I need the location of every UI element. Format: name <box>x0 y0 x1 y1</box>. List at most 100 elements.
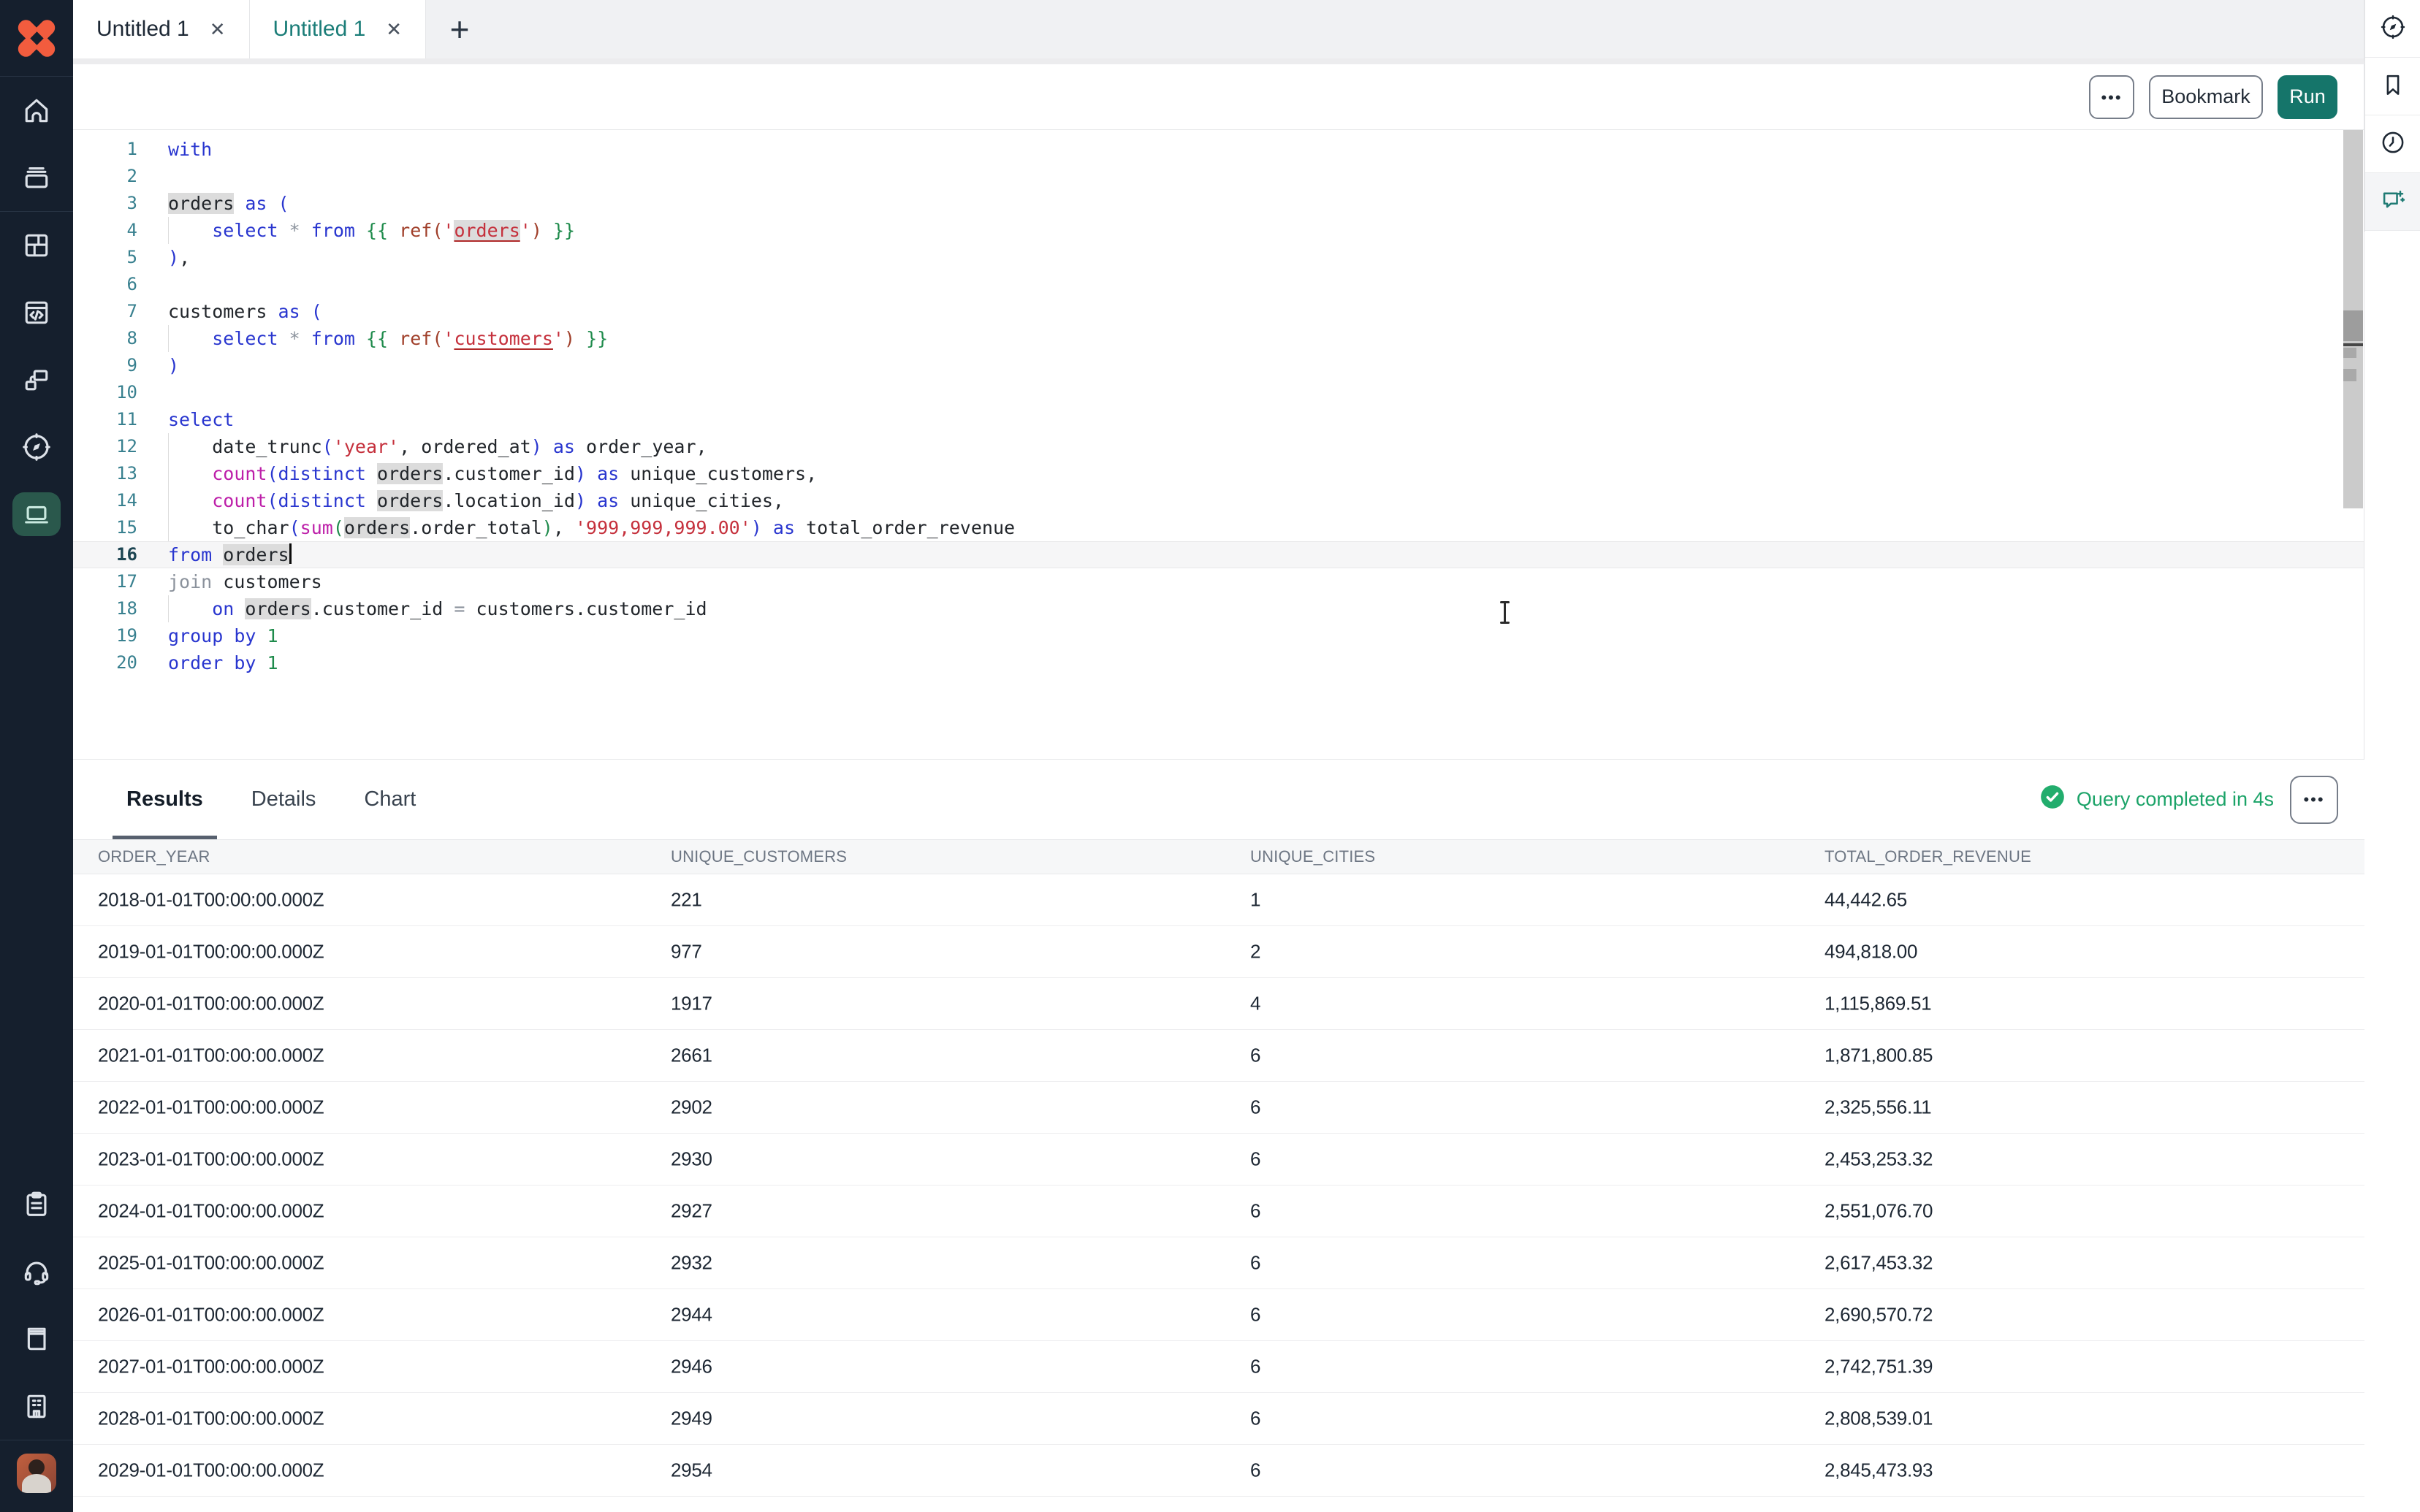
sidebar-item-changelog[interactable] <box>0 1171 73 1238</box>
editor-scroll-marker <box>2343 348 2356 358</box>
table-row: 2028-01-01T00:00:00.000Z294962,808,539.0… <box>73 1393 2364 1445</box>
line-number: 7 <box>73 298 168 325</box>
table-cell: 2018-01-01T00:00:00.000Z <box>98 889 324 912</box>
table-cell: 2026-01-01T00:00:00.000Z <box>98 1304 324 1326</box>
sidebar-item-notebook-active[interactable] <box>0 481 73 548</box>
code-line[interactable]: 2 <box>73 163 2364 190</box>
table-body: 2018-01-01T00:00:00.000Z221144,442.65201… <box>73 874 2364 1512</box>
table-cell: 2022-01-01T00:00:00.000Z <box>98 1096 324 1119</box>
table-cell: 1 <box>1250 889 1260 912</box>
panel-history-button[interactable] <box>2365 115 2420 173</box>
code-lines: 1with23orders as (4 select * from {{ ref… <box>73 136 2364 676</box>
compass-icon <box>20 431 53 463</box>
code-line[interactable]: 14 count(distinct orders.location_id) as… <box>73 487 2364 514</box>
code-line[interactable]: 15 to_char(sum(orders.order_total), '999… <box>73 514 2364 541</box>
line-number: 3 <box>73 190 168 217</box>
bookmark-button[interactable]: Bookmark <box>2149 75 2263 119</box>
table-cell: 2927 <box>671 1200 712 1223</box>
code-text: select <box>168 406 234 433</box>
table-cell: 2020-01-01T00:00:00.000Z <box>98 993 324 1015</box>
sql-editor[interactable]: 1with23orders as (4 select * from {{ ref… <box>73 130 2364 760</box>
line-number: 12 <box>73 433 168 460</box>
editor-scrollbar-thumb[interactable] <box>2343 310 2363 341</box>
sidebar-item-organization[interactable] <box>0 1372 73 1440</box>
indent-guide <box>168 325 169 352</box>
indent-guide <box>168 217 169 244</box>
sidebar-item-code[interactable] <box>0 279 73 346</box>
ai-chat-icon <box>2379 186 2407 218</box>
code-line[interactable]: 4 select * from {{ ref('orders') }} <box>73 217 2364 244</box>
results-more-button[interactable]: ••• <box>2290 776 2338 824</box>
tab-close-icon[interactable]: ✕ <box>386 18 402 41</box>
code-line[interactable]: 17join customers <box>73 568 2364 595</box>
panel-bookmarks-button[interactable] <box>2365 58 2420 115</box>
code-line[interactable]: 7customers as ( <box>73 298 2364 325</box>
user-avatar[interactable] <box>17 1454 56 1493</box>
code-text: ), <box>168 244 190 271</box>
clipboard-icon <box>20 1188 53 1221</box>
table-cell: 2,453,253.32 <box>1824 1148 1933 1171</box>
table-cell: 2946 <box>671 1356 712 1378</box>
code-line[interactable]: 5), <box>73 244 2364 271</box>
table-cell: 1917 <box>671 993 712 1015</box>
table-cell: 2,617,453.32 <box>1824 1252 1933 1275</box>
new-tab-button[interactable]: + <box>426 0 493 58</box>
code-line[interactable]: 6 <box>73 271 2364 298</box>
sidebar-item-apps[interactable] <box>0 212 73 279</box>
sidebar-item-projects[interactable] <box>0 144 73 211</box>
indent-guide <box>168 460 169 487</box>
code-line[interactable]: 11select <box>73 406 2364 433</box>
terminal-laptop-icon <box>12 492 61 536</box>
code-line[interactable]: 9) <box>73 352 2364 379</box>
code-line[interactable]: 8 select * from {{ ref('customers') }} <box>73 325 2364 352</box>
code-line[interactable]: 13 count(distinct orders.customer_id) as… <box>73 460 2364 487</box>
results-tab-chart[interactable]: Chart <box>350 760 430 839</box>
results-tab-results[interactable]: Results <box>113 760 217 839</box>
tab-close-icon[interactable]: ✕ <box>210 18 226 41</box>
code-text: count(distinct orders.customer_id) as un… <box>168 460 817 487</box>
code-line[interactable]: 1with <box>73 136 2364 163</box>
table-cell: 6 <box>1250 1304 1260 1326</box>
code-text: customers as ( <box>168 298 322 325</box>
sidebar-item-home[interactable] <box>0 77 73 144</box>
tab-label: Untitled 1 <box>96 17 189 42</box>
code-text: count(distinct orders.location_id) as un… <box>168 487 784 514</box>
apps-grid-icon <box>20 229 53 261</box>
app-logo[interactable] <box>0 0 73 76</box>
history-clock-icon <box>2379 129 2407 160</box>
sidebar-item-explore[interactable] <box>0 413 73 481</box>
code-line[interactable]: 19group by 1 <box>73 622 2364 649</box>
table-cell: 6 <box>1250 1252 1260 1275</box>
table-cell: 2028-01-01T00:00:00.000Z <box>98 1408 324 1430</box>
code-line[interactable]: 20order by 1 <box>73 649 2364 676</box>
panel-ai-assistant-button[interactable] <box>2365 173 2420 231</box>
panel-explore-button[interactable] <box>2365 0 2420 58</box>
left-sidebar <box>0 0 73 1512</box>
table-cell: 2949 <box>671 1408 712 1430</box>
results-tabs: Results Details Chart <box>113 760 450 839</box>
line-number: 9 <box>73 352 168 379</box>
editor-scroll-marker <box>2343 343 2363 346</box>
more-options-button[interactable]: ••• <box>2089 75 2134 119</box>
sidebar-item-support[interactable] <box>0 1238 73 1305</box>
notebook-tab[interactable]: Untitled 1✕ <box>250 0 427 58</box>
code-line[interactable]: 16from orders <box>73 541 2364 568</box>
run-button[interactable]: Run <box>2278 75 2337 119</box>
column-header: UNIQUE_CITIES <box>1250 847 1375 866</box>
table-cell: 2023-01-01T00:00:00.000Z <box>98 1148 324 1171</box>
results-panel: ResultsDetailsChart Query completed in 4… <box>73 760 2364 1512</box>
sidebar-item-workspaces[interactable] <box>0 346 73 413</box>
sidebar-item-docs[interactable] <box>0 1305 73 1372</box>
code-line[interactable]: 18 on orders.customer_id = customers.cus… <box>73 595 2364 622</box>
code-line[interactable]: 12 date_trunc('year', ordered_at) as ord… <box>73 433 2364 460</box>
code-line[interactable]: 10 <box>73 379 2364 406</box>
code-text: select * from {{ ref('orders') }} <box>168 217 575 244</box>
results-tab-details[interactable]: Details <box>237 760 330 839</box>
table-cell: 6 <box>1250 1408 1260 1430</box>
compass-icon <box>2379 13 2407 45</box>
cell-toolbar: ••• Bookmark Run <box>73 64 2364 130</box>
line-number: 18 <box>73 595 168 622</box>
code-line[interactable]: 3orders as ( <box>73 190 2364 217</box>
notebook-tab[interactable]: Untitled 1 ✕ <box>73 0 250 58</box>
code-text: ) <box>168 352 179 379</box>
